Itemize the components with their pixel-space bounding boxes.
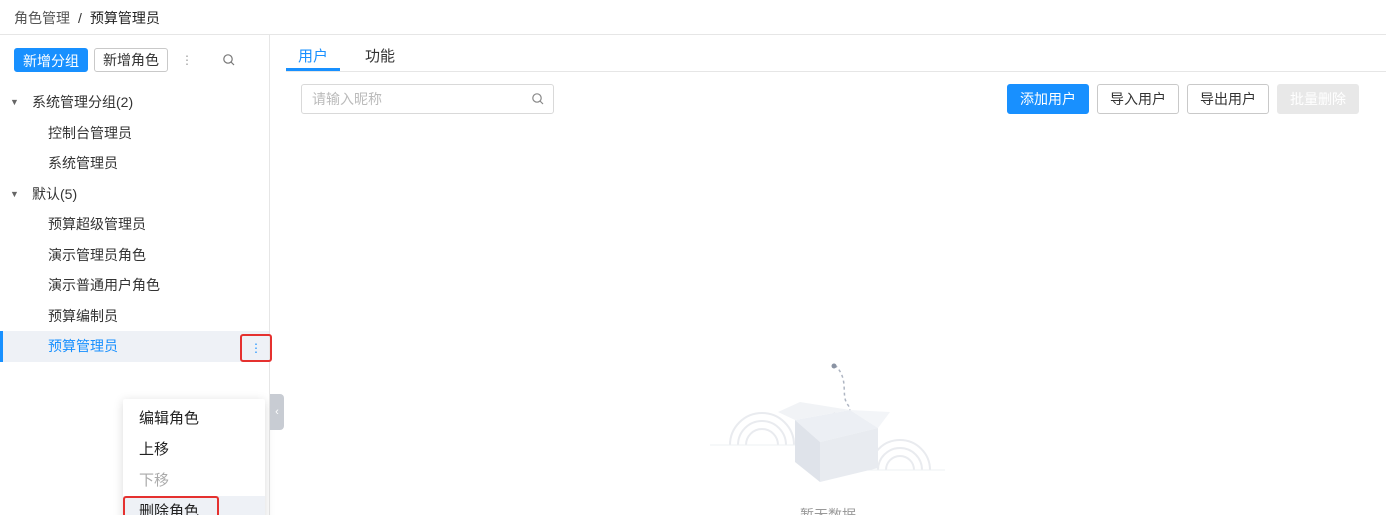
tree-item-label: 演示管理员角色 (48, 246, 146, 263)
nickname-search (301, 84, 554, 114)
breadcrumb-parent[interactable]: 角色管理 (14, 8, 70, 28)
tab-bar: 用户 功能 (286, 35, 1386, 72)
breadcrumb-separator: / (78, 10, 82, 26)
tree-item-system-admin[interactable]: 系统管理员 (0, 148, 269, 179)
tree-item-label: 预算编制员 (48, 307, 118, 324)
export-users-button[interactable]: 导出用户 (1187, 84, 1269, 114)
tab-label: 用户 (298, 48, 329, 65)
tree-item-console-admin[interactable]: 控制台管理员 (0, 118, 269, 149)
search-icon[interactable] (222, 53, 236, 67)
tree-item-demo-admin-role[interactable]: 演示管理员角色 (0, 240, 269, 271)
tree-item-demo-user-role[interactable]: 演示普通用户角色 (0, 270, 269, 301)
empty-state-illustration (700, 350, 950, 510)
collapse-panel-handle[interactable]: ‹ (270, 394, 284, 430)
role-tree: ▼ 系统管理分组(2) 控制台管理员 系统管理员 ▼ 默认(5) 预算超级管理员… (0, 87, 272, 362)
tab-users[interactable]: 用户 (298, 45, 328, 66)
add-user-button[interactable]: 添加用户 (1007, 84, 1089, 114)
nickname-search-input[interactable] (302, 85, 522, 113)
menu-item-move-up[interactable]: 上移 (123, 434, 265, 465)
tab-label: 功能 (365, 48, 396, 65)
tree-group-system[interactable]: ▼ 系统管理分组(2) (0, 87, 269, 118)
tree-item-label: 控制台管理员 (48, 124, 132, 141)
role-tree-toolbar: 新增分组 新增角色 ⋮ (14, 48, 193, 72)
user-actions: 添加用户 导入用户 导出用户 批量删除 (999, 84, 1359, 114)
highlight-box (123, 496, 219, 515)
chevron-left-icon: ‹ (275, 406, 279, 418)
tree-group-default[interactable]: ▼ 默认(5) (0, 179, 269, 210)
active-tab-indicator (286, 68, 340, 71)
caret-down-icon[interactable]: ▼ (10, 97, 20, 107)
search-icon[interactable] (531, 92, 545, 106)
new-group-button[interactable]: 新增分组 (14, 48, 88, 72)
new-role-button[interactable]: 新增角色 (94, 48, 168, 72)
tree-item-budget-editor[interactable]: 预算编制员 (0, 301, 269, 332)
menu-item-move-down: 下移 (139, 472, 170, 489)
menu-item-delete-role[interactable]: 删除角色 (123, 496, 265, 515)
tree-item-label: 预算管理员 (48, 338, 118, 355)
empty-state-text: 暂无数据 (800, 507, 856, 515)
menu-item-edit-role[interactable]: 编辑角色 (123, 403, 265, 434)
tree-item-label: 预算超级管理员 (48, 216, 146, 233)
batch-delete-button: 批量删除 (1277, 84, 1359, 114)
role-tree-panel: 新增分组 新增角色 ⋮ ▼ 系统管理分组(2) 控制台管理员 系统管理员 ▼ 默… (0, 35, 272, 515)
tree-item-label: 演示普通用户角色 (48, 277, 160, 294)
tab-functions[interactable]: 功能 (365, 45, 395, 66)
tree-item-budget-super-admin[interactable]: 预算超级管理员 (0, 209, 269, 240)
breadcrumb: 角色管理 / 预算管理员 (14, 8, 160, 28)
tree-item-budget-admin[interactable]: 预算管理员 ⋮ (0, 331, 272, 362)
tree-group-label: 默认(5) (32, 185, 78, 202)
tree-item-label: 系统管理员 (48, 155, 118, 172)
role-context-menu: 编辑角色 上移 下移 删除角色 (123, 399, 265, 515)
caret-down-icon[interactable]: ▼ (10, 189, 20, 199)
tree-group-label: 系统管理分组(2) (32, 94, 134, 111)
row-more-icon[interactable]: ⋮ (240, 334, 272, 362)
more-vertical-icon[interactable]: ⋮ (181, 48, 193, 72)
breadcrumb-current: 预算管理员 (89, 10, 160, 26)
import-users-button[interactable]: 导入用户 (1097, 84, 1179, 114)
